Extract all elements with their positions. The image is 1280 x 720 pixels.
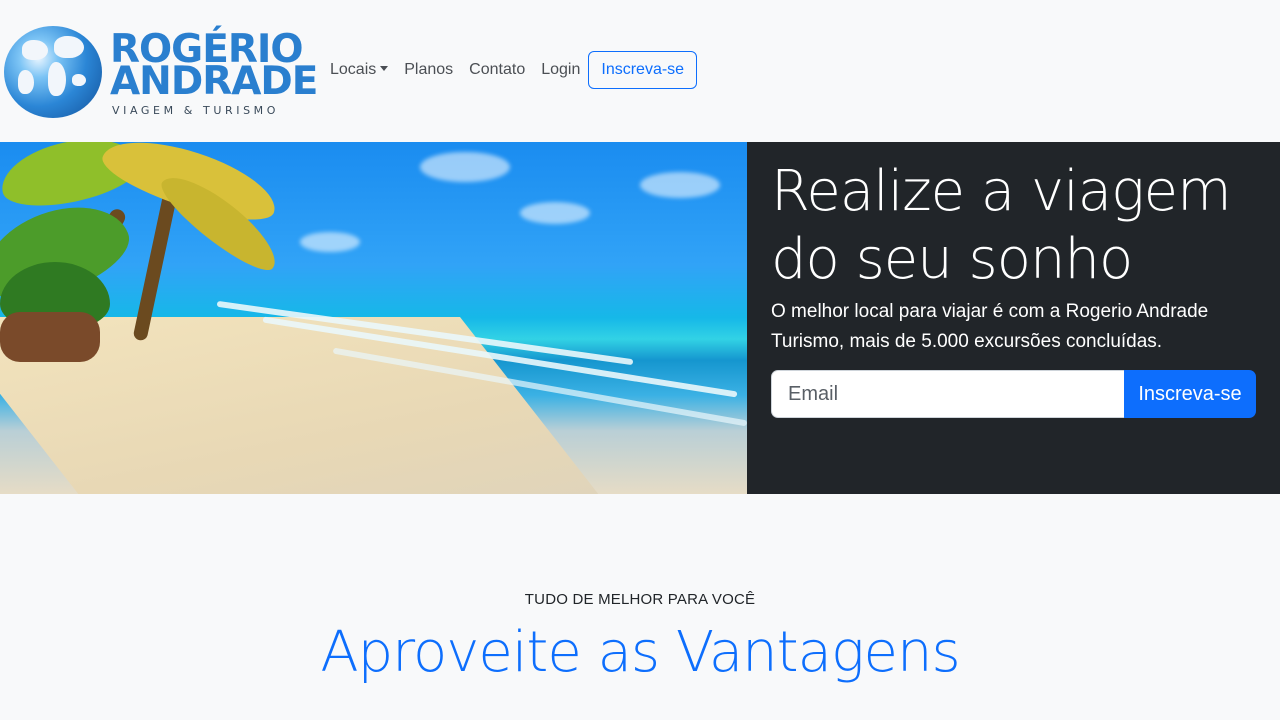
caret-down-icon bbox=[380, 66, 389, 71]
signup-button[interactable]: Inscreva-se bbox=[1124, 370, 1256, 418]
brand-tagline: VIAGEM & TURISMO bbox=[112, 104, 280, 117]
hero-beach-image bbox=[0, 142, 747, 494]
brand-logo[interactable]: ROGÉRIO ANDRADE VIAGEM & TURISMO bbox=[4, 26, 318, 121]
hero-title: Realize a viagem do seu sonho bbox=[771, 159, 1232, 292]
main-nav: Locais Planos Contato Login Inscreva-se bbox=[330, 51, 698, 89]
globe-icon bbox=[4, 26, 102, 118]
brand-name-line2: ANDRADE bbox=[110, 59, 318, 104]
nav-item-contato[interactable]: Contato bbox=[469, 61, 525, 79]
navbar: ROGÉRIO ANDRADE VIAGEM & TURISMO Locais … bbox=[0, 0, 1280, 142]
signup-nav-button[interactable]: Inscreva-se bbox=[588, 51, 698, 89]
nav-item-login[interactable]: Login bbox=[541, 61, 580, 79]
nav-item-label: Locais bbox=[330, 61, 377, 78]
nav-item-planos[interactable]: Planos bbox=[404, 61, 453, 79]
email-input[interactable] bbox=[771, 370, 1127, 418]
nav-item-locais[interactable]: Locais bbox=[330, 61, 389, 79]
hero-panel: Realize a viagem do seu sonho O melhor l… bbox=[747, 142, 1280, 494]
hero-description: O melhor local para viajar é com a Roger… bbox=[771, 301, 1209, 352]
section-eyebrow: TUDO DE MELHOR PARA VOCÊ bbox=[524, 591, 756, 608]
section-title: Aproveite as Vantagens bbox=[320, 620, 960, 685]
